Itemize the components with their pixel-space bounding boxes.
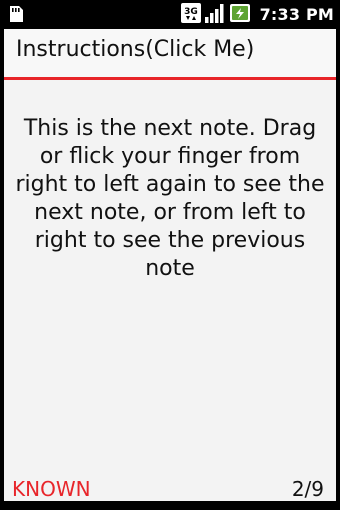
app-window: Instructions(Click Me) This is the next …: [4, 29, 336, 501]
status-icons: 3G 7:33 PM: [180, 0, 334, 29]
sd-card-icon: [7, 5, 25, 23]
battery-charging-icon: [229, 2, 251, 28]
signal-icon: [204, 2, 225, 28]
status-bar: 3G 7:33 PM: [0, 0, 340, 29]
network-3g-icon: 3G: [180, 2, 201, 28]
known-button[interactable]: KNOWN: [12, 477, 91, 501]
network-type-label: 3G: [184, 7, 198, 17]
instructions-title[interactable]: Instructions(Click Me): [16, 37, 254, 62]
note-text[interactable]: This is the next note. Drag or flick you…: [14, 115, 326, 283]
clock: 7:33 PM: [259, 5, 334, 24]
title-bar[interactable]: Instructions(Click Me): [4, 29, 336, 80]
page-counter: 2/9: [291, 477, 324, 501]
